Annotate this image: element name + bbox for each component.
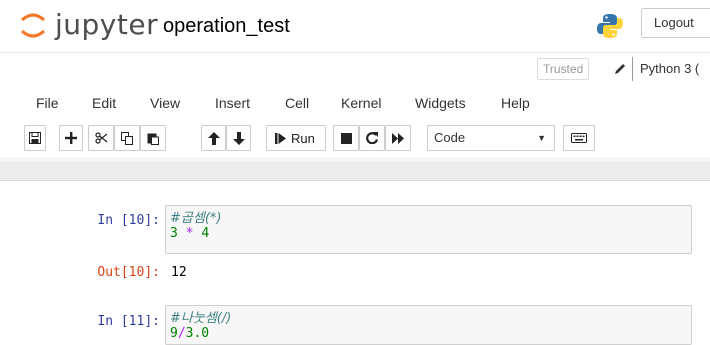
step-forward-icon	[275, 132, 286, 144]
notebook-header: jupyter operation_test Logout	[0, 0, 710, 52]
notebook-background-band	[0, 162, 710, 181]
menu-kernel[interactable]: Kernel	[341, 92, 381, 114]
paste-button[interactable]	[140, 125, 166, 151]
command-palette-button[interactable]	[563, 125, 595, 151]
code-line: 9/3.0	[170, 326, 687, 341]
toolbar: Run Code ▼	[0, 125, 710, 157]
output-prompt: Out[10]:	[97, 265, 160, 280]
input-prompt: In [10]:	[97, 213, 160, 228]
scissors-icon	[94, 132, 107, 144]
save-button[interactable]	[24, 125, 46, 151]
menu-view[interactable]: View	[150, 92, 180, 114]
menu-widgets[interactable]: Widgets	[415, 92, 466, 114]
input-prompt: In [11]:	[97, 314, 160, 329]
move-down-button[interactable]	[226, 125, 251, 151]
cell-type-value: Code	[434, 130, 466, 145]
kernel-name[interactable]: Python 3 (	[640, 61, 699, 76]
code-line: 3 * 4	[170, 226, 687, 241]
jupyter-logo-text[interactable]: jupyter	[55, 8, 158, 41]
restart-run-all-button[interactable]	[385, 125, 411, 151]
interrupt-button[interactable]	[333, 125, 359, 151]
copy-icon	[121, 131, 133, 145]
notebook-title[interactable]: operation_test	[163, 15, 290, 38]
plus-icon	[65, 132, 77, 144]
cell-output: 12	[171, 265, 187, 280]
cut-button[interactable]	[88, 125, 114, 151]
header-divider	[0, 52, 710, 53]
trusted-indicator[interactable]: Trusted	[537, 58, 590, 80]
cell-type-select[interactable]: Code ▼	[427, 125, 555, 151]
code-operator: /	[177, 326, 186, 341]
code-number: 3	[170, 226, 178, 241]
menu-edit[interactable]: Edit	[92, 92, 116, 114]
refresh-icon	[366, 132, 378, 144]
paste-icon	[147, 133, 159, 145]
insert-cell-button[interactable]	[59, 125, 83, 151]
logout-button[interactable]: Logout	[641, 8, 710, 38]
edit-pencil-icon[interactable]	[613, 62, 627, 76]
code-operator: *	[185, 226, 194, 241]
run-button[interactable]: Run	[266, 125, 326, 151]
code-number: 3.0	[185, 326, 210, 341]
fast-forward-icon	[391, 132, 404, 144]
code-comment: #나눗셈(/)	[170, 311, 232, 326]
arrow-down-icon	[232, 131, 245, 145]
stop-icon	[340, 132, 352, 144]
menu-insert[interactable]: Insert	[215, 92, 250, 114]
keyboard-icon	[571, 133, 587, 143]
code-number: 4	[201, 226, 210, 241]
move-up-button[interactable]	[201, 125, 226, 151]
restart-kernel-button[interactable]	[359, 125, 385, 151]
menu-file[interactable]: File	[36, 92, 59, 114]
code-cell-input[interactable]: #나눗셈(/) 9/3.0	[165, 305, 692, 345]
code-number: 9	[170, 326, 178, 341]
arrow-up-icon	[207, 131, 220, 145]
code-cell-input[interactable]: #곱셈(*) 3 * 4	[165, 205, 692, 254]
jupyter-logo-icon[interactable]	[18, 10, 48, 40]
kernel-separator	[632, 57, 633, 81]
save-icon	[29, 132, 41, 144]
code-comment: #곱셈(*)	[170, 211, 222, 226]
chevron-down-icon: ▼	[537, 133, 546, 143]
menu-help[interactable]: Help	[501, 92, 530, 114]
run-label: Run	[291, 130, 315, 146]
menu-cell[interactable]: Cell	[285, 92, 309, 114]
menubar: File Edit View Insert Cell Kernel Widget…	[0, 92, 710, 114]
python-logo-icon	[597, 14, 623, 38]
copy-button[interactable]	[114, 125, 140, 151]
